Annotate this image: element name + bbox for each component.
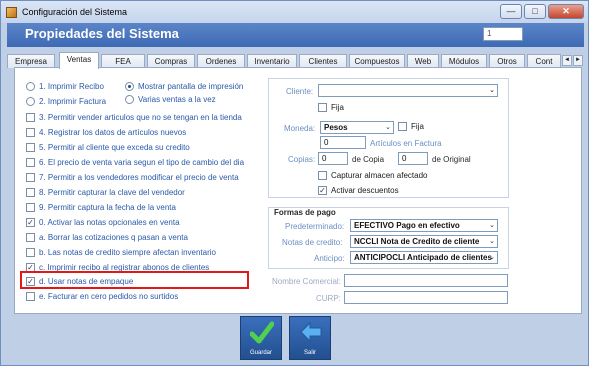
tab-ventas[interactable]: Ventas bbox=[59, 52, 99, 69]
highlight-box bbox=[20, 271, 249, 289]
radio-selected-icon bbox=[125, 82, 134, 91]
option-mostrar-pantalla[interactable]: Mostrar pantalla de impresión bbox=[125, 82, 243, 91]
checkbox-checked-icon: ✓ bbox=[26, 218, 35, 227]
checkbox-icon bbox=[26, 233, 35, 242]
formas-pago-title: Formas de pago bbox=[274, 208, 336, 217]
capturar-almacen-check[interactable]: Capturar almacen afectado bbox=[318, 171, 428, 180]
checkbox-icon bbox=[26, 128, 35, 137]
predeterminado-label: Predeterminado: bbox=[285, 222, 345, 231]
option-7[interactable]: 7. Permitir a los vendedores modificar e… bbox=[26, 173, 239, 182]
cliente-select[interactable]: ⌄ bbox=[318, 84, 498, 97]
checkbox-icon bbox=[26, 113, 35, 122]
guardar-button[interactable]: Guardar bbox=[240, 316, 282, 360]
articulos-label: Artículos en Factura bbox=[370, 139, 442, 148]
window-title: Configuración del Sistema bbox=[22, 7, 128, 17]
option-8[interactable]: 8. Permitir capturar la clave del vended… bbox=[26, 188, 185, 197]
tab-otros[interactable]: Otros bbox=[489, 54, 525, 68]
option-a[interactable]: a. Borrar las cotizaciones q pasan a ven… bbox=[26, 233, 188, 242]
curp-label: CURP: bbox=[316, 294, 341, 303]
nombre-comercial-label: Nombre Comercial: bbox=[272, 277, 341, 286]
checkbox-icon bbox=[26, 158, 35, 167]
option-imprimir-factura[interactable]: 2. Imprimir Factura bbox=[26, 97, 106, 106]
tab-web[interactable]: Web bbox=[407, 54, 439, 68]
notas-credito-select[interactable]: NCCLI Nota de Credito de cliente ⌄ bbox=[350, 235, 498, 248]
maximize-button[interactable]: □ bbox=[524, 4, 546, 19]
notas-credito-label: Notas de credito: bbox=[282, 238, 343, 247]
chevron-down-icon: ⌄ bbox=[489, 238, 495, 245]
fija-moneda-check[interactable]: Fija bbox=[398, 122, 424, 131]
option-9[interactable]: 9. Permitir captura la fecha de la venta bbox=[26, 203, 176, 212]
tab-ordenes[interactable]: Ordenes bbox=[197, 54, 245, 68]
minimize-button[interactable]: — bbox=[500, 4, 522, 19]
tab-scroll-right[interactable]: ► bbox=[573, 55, 583, 66]
tab-fea[interactable]: FEA bbox=[101, 54, 145, 68]
chevron-down-icon: ⌄ bbox=[489, 222, 495, 229]
checkbox-icon bbox=[26, 143, 35, 152]
arrow-left-icon bbox=[300, 321, 322, 343]
checkbox-icon bbox=[318, 171, 327, 180]
predeterminado-select[interactable]: EFECTIVO Pago en efectivo ⌄ bbox=[350, 219, 498, 232]
tab-clientes[interactable]: Clientes bbox=[299, 54, 347, 68]
tab-compras[interactable]: Compras bbox=[147, 54, 195, 68]
option-4[interactable]: 4. Registrar los datos de artículos nuev… bbox=[26, 128, 186, 137]
anticipo-label: Anticipo: bbox=[314, 254, 345, 263]
checkbox-icon bbox=[26, 292, 35, 301]
fija-cliente-check[interactable]: Fija bbox=[318, 103, 344, 112]
checkbox-checked-icon: ✓ bbox=[318, 186, 327, 195]
original-input[interactable]: 0 bbox=[398, 152, 428, 165]
checkbox-icon bbox=[26, 203, 35, 212]
tab-scroll-left[interactable]: ◄ bbox=[562, 55, 572, 66]
chevron-down-icon: ⌄ bbox=[385, 124, 391, 131]
header-banner: Propiedades del Sistema 1 bbox=[7, 23, 584, 47]
curp-input[interactable] bbox=[344, 291, 508, 304]
page-title: Propiedades del Sistema bbox=[25, 26, 179, 41]
option-b[interactable]: b. Las notas de credito siempre afectan … bbox=[26, 248, 216, 257]
option-3[interactable]: 3. Permitir vender articulos que no se t… bbox=[26, 113, 242, 122]
anticipo-select[interactable]: ANTICIPOCLI Anticipado de clientes ⌄ bbox=[350, 251, 498, 264]
articulos-input[interactable]: 0 bbox=[320, 136, 366, 149]
chevron-down-icon: ⌄ bbox=[489, 254, 495, 261]
copias-label: Copias: bbox=[288, 155, 316, 164]
chevron-down-icon: ⌄ bbox=[489, 87, 495, 94]
nombre-comercial-input[interactable] bbox=[344, 274, 508, 287]
checkbox-icon bbox=[26, 248, 35, 257]
option-0[interactable]: ✓ 0. Activar las notas opcionales en vent… bbox=[26, 218, 180, 227]
option-5[interactable]: 5. Permitir al cliente que exceda su cre… bbox=[26, 143, 190, 152]
activar-descuentos-check[interactable]: ✓ Activar descuentos bbox=[318, 186, 399, 195]
header-field[interactable]: 1 bbox=[483, 27, 523, 41]
copias-input[interactable]: 0 bbox=[318, 152, 348, 165]
moneda-select[interactable]: Pesos ⌄ bbox=[320, 121, 394, 134]
de-original-label: de Original bbox=[432, 155, 471, 164]
tab-empresa[interactable]: Empresa bbox=[7, 54, 55, 68]
option-imprimir-recibo[interactable]: 1. Imprimir Recibo bbox=[26, 82, 104, 91]
moneda-label: Moneda: bbox=[284, 124, 316, 133]
radio-icon bbox=[125, 95, 134, 104]
checkbox-icon bbox=[26, 173, 35, 182]
option-varias-ventas[interactable]: Varias ventas a la vez bbox=[125, 95, 216, 104]
tab-inventario[interactable]: Inventario bbox=[247, 54, 297, 68]
app-icon bbox=[6, 6, 17, 18]
close-button[interactable]: ✕ bbox=[548, 4, 584, 19]
salir-button[interactable]: Salir bbox=[289, 316, 331, 360]
radio-icon bbox=[26, 82, 35, 91]
checkbox-icon bbox=[398, 122, 407, 131]
tab-compuestos[interactable]: Compuestos bbox=[349, 54, 405, 68]
checkbox-icon bbox=[318, 103, 327, 112]
option-e[interactable]: e. Facturar en cero pedidos no surtidos bbox=[26, 292, 178, 301]
checkmark-icon bbox=[250, 321, 274, 344]
cliente-label: Cliente: bbox=[286, 87, 314, 96]
tab-modulos[interactable]: Módulos bbox=[441, 54, 487, 68]
de-copia-label: de Copia bbox=[352, 155, 385, 164]
radio-icon bbox=[26, 97, 35, 106]
tab-cont[interactable]: Cont bbox=[527, 54, 561, 68]
checkbox-icon bbox=[26, 188, 35, 197]
option-6[interactable]: 6. El precio de venta varia segun el tip… bbox=[26, 158, 244, 167]
title-bar: Configuración del Sistema — □ ✕ bbox=[1, 1, 588, 23]
